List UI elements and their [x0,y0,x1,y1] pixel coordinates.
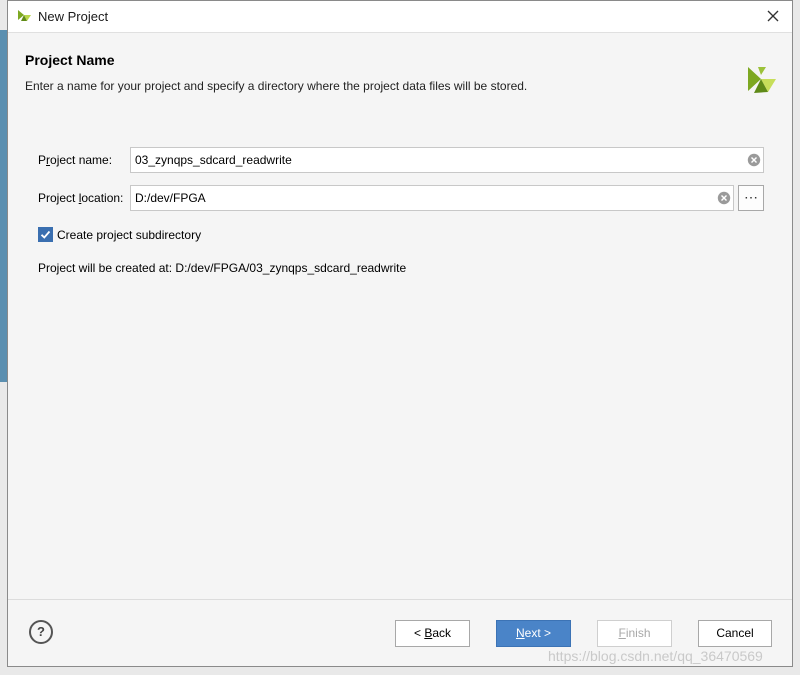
xilinx-logo-icon [748,67,776,93]
page-description: Enter a name for your project and specif… [25,79,528,93]
footer-divider [8,599,792,600]
checkmark-icon [39,228,52,241]
project-name-label: Project name: [38,153,113,167]
browse-button[interactable]: ⋯ [738,185,764,211]
project-location-input[interactable]: D:/dev/FPGA [130,185,734,211]
help-button[interactable]: ? [29,620,53,644]
create-subdirectory-label[interactable]: Create project subdirectory [57,228,201,242]
title-bar: New Project [8,1,792,33]
window-title: New Project [38,9,109,24]
project-name-input[interactable]: 03_zynqps_sdcard_readwrite [130,147,764,173]
project-location-label: Project location: [38,191,124,205]
finish-button: Finish [597,620,672,647]
project-name-value: 03_zynqps_sdcard_readwrite [135,153,292,167]
clear-icon[interactable] [717,191,731,205]
close-icon[interactable] [764,7,782,25]
project-location-value: D:/dev/FPGA [135,191,206,205]
watermark-text: https://blog.csdn.net/qq_36470569 [548,648,763,664]
cancel-button[interactable]: Cancel [698,620,772,647]
create-subdirectory-checkbox[interactable] [38,227,53,242]
clear-icon[interactable] [747,153,761,167]
page-title: Project Name [25,52,115,68]
next-button[interactable]: Next > [496,620,571,647]
created-at-text: Project will be created at: D:/dev/FPGA/… [38,261,407,275]
app-logo-icon [18,10,31,21]
back-button[interactable]: < Back [395,620,470,647]
new-project-dialog: New Project Project Name Enter a name fo… [7,0,793,667]
